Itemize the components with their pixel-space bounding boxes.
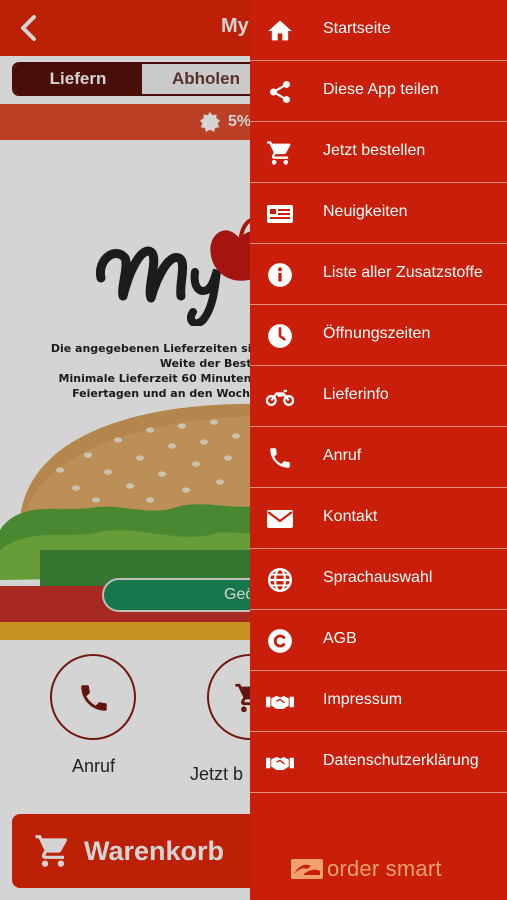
menu-item-label: Sprachauswahl [323, 569, 433, 586]
handshake-icon [266, 688, 294, 716]
menu-item-delivery-info[interactable]: Lieferinfo [250, 366, 507, 427]
cart-icon [266, 139, 294, 167]
menu-item-terms[interactable]: AGB [250, 610, 507, 671]
menu-item-label: Jetzt bestellen [323, 142, 426, 159]
mail-icon [266, 505, 294, 533]
clock-icon [266, 322, 294, 350]
copyright-icon [266, 627, 294, 655]
brand-name: order smart [327, 856, 442, 881]
menu-item-language[interactable]: Sprachauswahl [250, 549, 507, 610]
home-icon [266, 17, 294, 45]
handshake-icon [266, 749, 294, 777]
menu-item-label: Impressum [323, 691, 403, 708]
order-smart-logo-icon [291, 859, 323, 879]
menu-item-label: Diese App teilen [323, 81, 439, 98]
menu-item-label: Lieferinfo [323, 386, 389, 403]
motorbike-icon [266, 383, 294, 411]
menu-item-label: Öffnungszeiten [323, 325, 431, 342]
menu-item-label: Startseite [323, 20, 391, 37]
menu-item-startseite[interactable]: Startseite [250, 0, 507, 61]
menu-item-privacy[interactable]: Datenschutzerklärung [250, 732, 507, 793]
menu-item-call[interactable]: Anruf [250, 427, 507, 488]
menu-item-order-now[interactable]: Jetzt bestellen [250, 122, 507, 183]
menu-item-label: Anruf [323, 447, 362, 464]
news-icon [266, 200, 294, 228]
phone-icon [266, 444, 294, 472]
menu-item-share-app[interactable]: Diese App teilen [250, 61, 507, 122]
menu-item-label: AGB [323, 630, 357, 647]
menu-item-opening-hours[interactable]: Öffnungszeiten [250, 305, 507, 366]
brand-footer: order smart [291, 855, 471, 883]
menu-item-label: Liste aller Zusatzstoffe [323, 264, 483, 281]
globe-icon [266, 566, 294, 594]
menu-item-label: Kontakt [323, 508, 378, 525]
menu-item-label: Neuigkeiten [323, 203, 408, 220]
menu-item-imprint[interactable]: Impressum [250, 671, 507, 732]
menu-item-contact[interactable]: Kontakt [250, 488, 507, 549]
navigation-drawer: Startseite Diese App teilen Jetzt bestel… [250, 0, 507, 900]
menu-item-news[interactable]: Neuigkeiten [250, 183, 507, 244]
share-icon [266, 78, 294, 106]
menu-item-additives[interactable]: Liste aller Zusatzstoffe [250, 244, 507, 305]
menu-item-label: Datenschutzerklärung [323, 752, 479, 769]
info-icon [266, 261, 294, 289]
